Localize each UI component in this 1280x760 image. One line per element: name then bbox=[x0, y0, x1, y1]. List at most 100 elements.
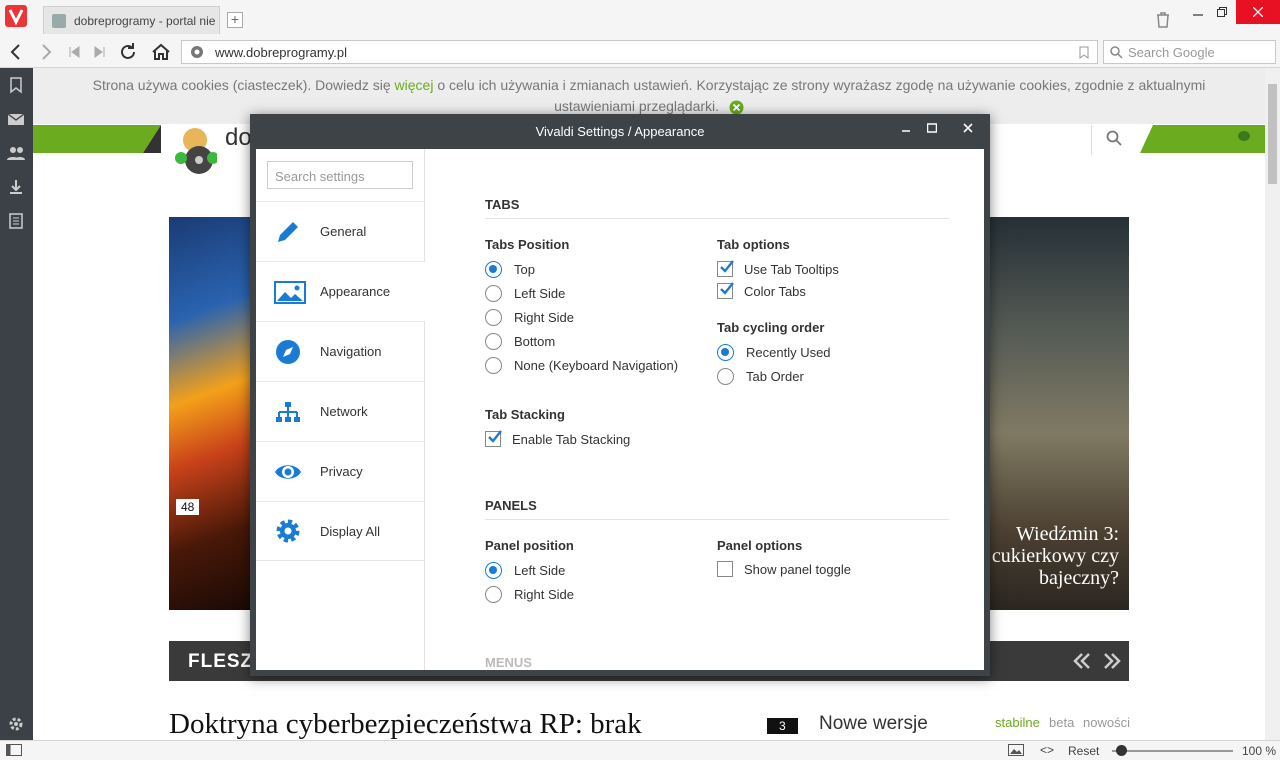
sidebar-item-label: Navigation bbox=[320, 344, 382, 359]
dialog-maximize-button[interactable] bbox=[916, 114, 948, 142]
prev-arrow-icon[interactable] bbox=[1073, 653, 1091, 669]
settings-gear-icon[interactable] bbox=[7, 715, 25, 733]
comment-count-badge: 48 bbox=[176, 499, 200, 515]
versions-tab-beta[interactable]: beta bbox=[1049, 715, 1074, 730]
versions-tab-stable[interactable]: stabilne bbox=[995, 715, 1040, 730]
images-toggle-icon[interactable] bbox=[1008, 744, 1024, 756]
checkbox[interactable] bbox=[717, 260, 734, 277]
fast-forward-button[interactable] bbox=[88, 40, 112, 64]
panel-position-heading: Panel position bbox=[485, 538, 574, 553]
chat-icon[interactable] bbox=[1237, 130, 1253, 144]
radio-label: Left Side bbox=[514, 563, 566, 578]
article-title[interactable]: Doktryna cyberbezpieczeństwa RP: brak bbox=[169, 708, 642, 740]
sidebar-item-display-all[interactable]: Display All bbox=[256, 501, 425, 561]
radio-label: None (Keyboard Navigation) bbox=[514, 358, 679, 373]
panel-bar bbox=[0, 68, 33, 740]
sidebar-item-label: Display All bbox=[320, 523, 380, 539]
radio-tabs-none[interactable]: None (Keyboard Navigation) bbox=[485, 357, 678, 374]
checkbox-label: Enable Tab Stacking bbox=[512, 431, 631, 447]
radio-panel-left[interactable]: Left Side bbox=[485, 562, 565, 579]
bookmarks-panel-icon[interactable] bbox=[7, 76, 25, 94]
checkbox[interactable] bbox=[717, 561, 733, 577]
notes-panel-icon[interactable] bbox=[7, 212, 25, 230]
radio-button[interactable] bbox=[485, 562, 502, 579]
cookie-text-2: o celu ich używania i zmianach ustawień.… bbox=[433, 77, 1206, 114]
checkbox[interactable] bbox=[717, 282, 734, 299]
radio-panel-right[interactable]: Right Side bbox=[485, 586, 574, 603]
versions-tab-new[interactable]: nowości bbox=[1083, 715, 1130, 730]
radio-button[interactable] bbox=[485, 333, 502, 350]
site-info-icon[interactable] bbox=[190, 45, 204, 59]
search-field[interactable]: Search Google bbox=[1103, 40, 1276, 64]
radio-button[interactable] bbox=[485, 357, 502, 374]
sidebar-item-network[interactable]: Network bbox=[256, 381, 425, 441]
checkbox-tab-tooltips[interactable]: Use Tab Tooltips bbox=[717, 260, 839, 277]
cookie-close-icon[interactable] bbox=[729, 100, 744, 115]
checkbox-label: Color Tabs bbox=[744, 283, 806, 299]
radio-tabs-top[interactable]: Top bbox=[485, 261, 535, 278]
forward-button[interactable] bbox=[34, 40, 58, 64]
cookie-more-link[interactable]: więcej bbox=[395, 77, 434, 93]
hero-image-left[interactable] bbox=[169, 217, 251, 610]
sidebar-item-general[interactable]: General bbox=[256, 201, 425, 261]
cookie-text: Strona używa cookies (ciasteczek). Dowie… bbox=[92, 77, 395, 93]
checkbox-tab-stacking[interactable]: Enable Tab Stacking bbox=[485, 430, 631, 447]
radio-tabs-left[interactable]: Left Side bbox=[485, 285, 565, 302]
radio-button[interactable] bbox=[485, 285, 502, 302]
dialog-close-button[interactable] bbox=[952, 114, 984, 142]
radio-label: Top bbox=[514, 262, 535, 277]
radio-button[interactable] bbox=[485, 586, 502, 603]
close-window-button[interactable] bbox=[1236, 0, 1280, 24]
radio-button[interactable] bbox=[717, 368, 734, 385]
site-logo-text[interactable]: do bbox=[225, 124, 252, 152]
page-scrollbar[interactable] bbox=[1265, 68, 1280, 740]
browser-titlebar: dobreprogramy - portal nie + bbox=[0, 0, 1280, 36]
downloads-panel-icon[interactable] bbox=[7, 178, 25, 196]
mail-panel-icon[interactable] bbox=[7, 110, 25, 128]
radio-button[interactable] bbox=[717, 344, 734, 361]
hero-title[interactable]: Wiedźmin 3: cukierkowy czy bajeczny? bbox=[981, 523, 1119, 589]
radio-button[interactable] bbox=[485, 309, 502, 326]
divider bbox=[1091, 125, 1092, 155]
contacts-panel-icon[interactable] bbox=[7, 144, 25, 162]
sidebar-item-label: Privacy bbox=[320, 464, 363, 479]
page-actions-icon[interactable]: <> bbox=[1040, 743, 1054, 757]
tab-title: dobreprogramy - portal nie bbox=[74, 13, 216, 28]
sidebar-item-navigation[interactable]: Navigation bbox=[256, 321, 425, 381]
sidebar-item-appearance[interactable]: Appearance bbox=[256, 261, 426, 321]
radio-button[interactable] bbox=[485, 261, 502, 278]
radio-tab-order[interactable]: Tab Order bbox=[717, 368, 804, 385]
site-search-icon[interactable] bbox=[1106, 130, 1122, 146]
back-button[interactable] bbox=[4, 40, 28, 64]
section-menus-heading: MENUS bbox=[485, 655, 532, 670]
settings-search-input[interactable]: Search settings bbox=[267, 161, 413, 189]
pencil-icon bbox=[274, 218, 302, 246]
compass-icon bbox=[274, 338, 302, 366]
checkbox-panel-toggle[interactable]: Show panel toggle bbox=[717, 561, 851, 577]
next-arrow-icon[interactable] bbox=[1103, 653, 1121, 669]
zoom-slider[interactable] bbox=[1112, 750, 1233, 752]
browser-tab[interactable]: dobreprogramy - portal nie bbox=[43, 6, 220, 34]
site-mascot-logo-icon[interactable] bbox=[173, 124, 217, 174]
vivaldi-logo-icon[interactable] bbox=[5, 5, 27, 27]
page-scrollbar-thumb[interactable] bbox=[1268, 84, 1277, 184]
checkbox-label: Show panel toggle bbox=[744, 561, 851, 577]
radio-recently-used[interactable]: Recently Used bbox=[717, 344, 831, 361]
toggle-panel-icon[interactable] bbox=[6, 744, 22, 756]
zoom-reset-button[interactable]: Reset bbox=[1068, 744, 1099, 758]
rewind-button[interactable] bbox=[62, 40, 86, 64]
url-field[interactable]: www.dobreprogramy.pl bbox=[181, 40, 1098, 64]
reload-button[interactable] bbox=[116, 40, 140, 64]
checkbox-label: Use Tab Tooltips bbox=[744, 261, 839, 277]
checkbox[interactable] bbox=[485, 430, 502, 447]
radio-label: Tab Order bbox=[746, 369, 804, 384]
sidebar-item-privacy[interactable]: Privacy bbox=[256, 441, 425, 501]
zoom-slider-handle[interactable] bbox=[1116, 745, 1127, 756]
tab-cycling-heading: Tab cycling order bbox=[717, 320, 825, 335]
checkbox-color-tabs[interactable]: Color Tabs bbox=[717, 282, 806, 299]
new-tab-button[interactable]: + bbox=[227, 12, 243, 28]
bookmark-page-icon[interactable] bbox=[1079, 46, 1089, 59]
radio-tabs-right[interactable]: Right Side bbox=[485, 309, 574, 326]
radio-tabs-bottom[interactable]: Bottom bbox=[485, 333, 555, 350]
home-button[interactable] bbox=[149, 40, 173, 64]
